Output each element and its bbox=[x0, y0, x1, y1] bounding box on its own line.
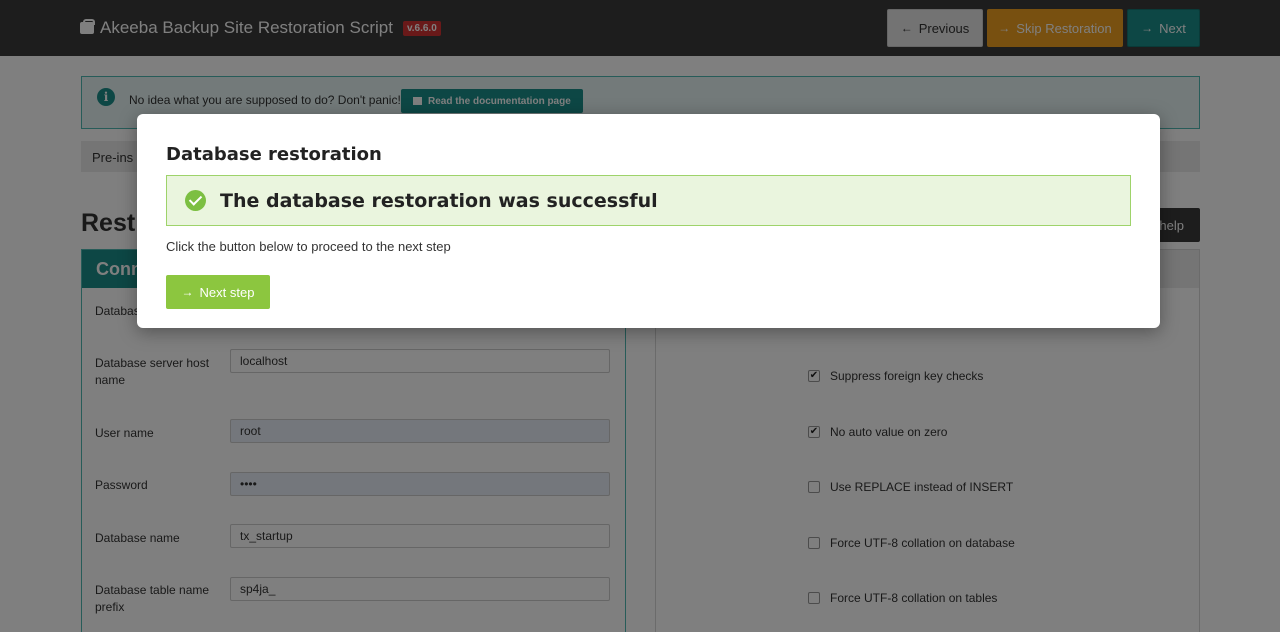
modal-title: Database restoration bbox=[166, 144, 382, 165]
database-restoration-modal: Database restoration The database restor… bbox=[137, 114, 1160, 328]
modal-description: Click the button below to proceed to the… bbox=[166, 239, 451, 254]
arrow-right-icon: → bbox=[181, 285, 194, 299]
next-step-label: Next step bbox=[199, 284, 255, 300]
success-message: The database restoration was successful bbox=[220, 190, 658, 212]
next-step-button[interactable]: → Next step bbox=[166, 275, 270, 309]
check-circle-icon bbox=[185, 190, 206, 211]
success-alert: The database restoration was successful bbox=[166, 175, 1131, 226]
